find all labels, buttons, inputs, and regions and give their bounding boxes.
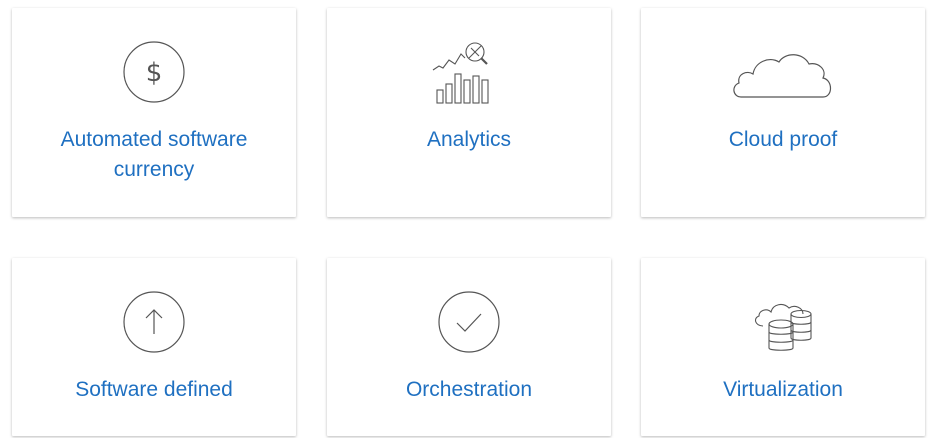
card-label: Cloud proof [728, 128, 838, 151]
card-label: Virtualization [723, 378, 843, 401]
card-cloud-proof[interactable]: Cloud proof [641, 8, 925, 217]
card-label: Orchestration [405, 378, 533, 401]
card-orchestration[interactable]: Orchestration [327, 258, 611, 436]
card-virtualization[interactable]: Virtualization [641, 258, 925, 436]
analytics-chart-icon [409, 40, 529, 110]
feature-grid: $ Automated software currency Analytics … [0, 0, 930, 438]
card-software-defined[interactable]: Software defined [12, 258, 296, 436]
card-analytics[interactable]: Analytics [327, 8, 611, 217]
arrow-up-circle-icon [94, 290, 214, 360]
card-label: Automated software currency [60, 128, 248, 181]
dollar-circle-icon: $ [94, 40, 214, 110]
card-label: Analytics [426, 128, 512, 151]
card-label: Software defined [75, 378, 233, 401]
cloud-icon [723, 40, 843, 110]
cloud-database-icon [723, 290, 843, 360]
card-automated-software-currency[interactable]: $ Automated software currency [12, 8, 296, 217]
svg-text:$: $ [146, 58, 163, 88]
checkmark-circle-icon [409, 290, 529, 360]
